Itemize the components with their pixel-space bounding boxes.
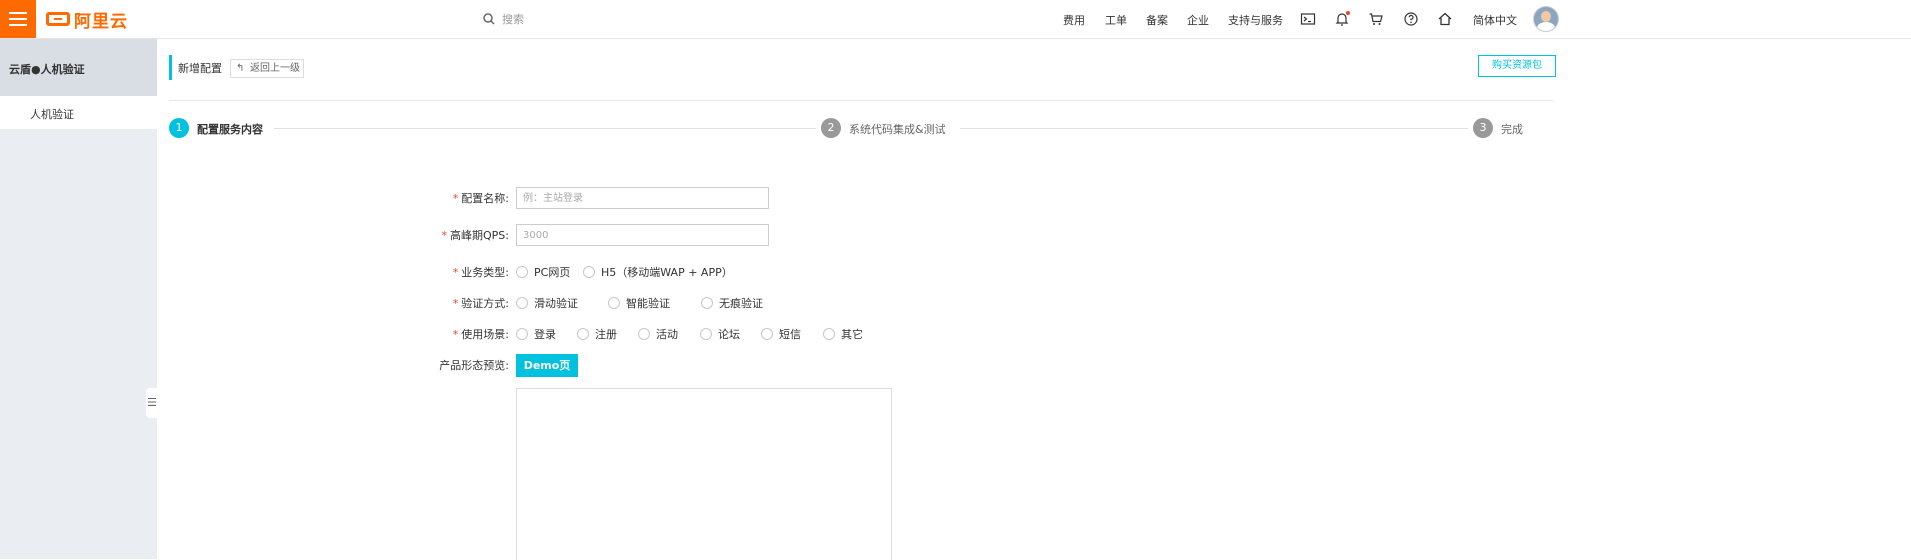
logo-mark-icon [46,12,70,26]
home-icon[interactable] [1437,11,1453,27]
verify-smart-radio[interactable] [608,297,620,309]
back-button[interactable]: ↰ 返回上一级 [230,59,304,78]
verify-smart-label: 智能验证 [626,297,670,310]
nav-fees[interactable]: 费用 [1063,12,1085,28]
business-type-pc-radio[interactable] [516,266,528,278]
search-box[interactable]: 搜索 [483,11,524,27]
step-2-label: 系统代码集成&测试 [849,123,946,136]
verify-invisible-radio[interactable] [701,297,713,309]
terminal-icon[interactable] [1300,11,1316,27]
scenario-other-radio[interactable] [823,328,835,340]
verify-slide-radio[interactable] [516,297,528,309]
back-arrow-icon: ↰ [236,63,245,74]
scenario-forum-radio[interactable] [700,328,712,340]
sidebar: 云盾●人机验证 人机验证 [0,39,157,559]
scenario-register-radio[interactable] [577,328,589,340]
preview-label: 产品形态预览: [439,359,509,372]
verify-slide-label: 滑动验证 [534,297,578,310]
step-1-number: 1 [169,118,189,138]
step-connector [274,128,816,129]
verify-invisible-label: 无痕验证 [719,297,763,310]
sidebar-title-block: 云盾●人机验证 [0,39,157,96]
scenario-activity-radio[interactable] [638,328,650,340]
menu-toggle-button[interactable] [0,0,36,38]
collapse-icon: ☰ [147,396,157,409]
page-title: 新增配置 [178,62,222,75]
help-icon[interactable] [1403,11,1419,27]
business-type-label: * 业务类型: [452,266,509,279]
config-name-label: * 配置名称: [452,192,509,205]
scenario-login-label: 登录 [534,328,556,341]
scenario-sms-radio[interactable] [761,328,773,340]
scenario-activity-label: 活动 [656,328,678,341]
demo-page-button[interactable]: Demo页 [516,354,578,377]
step-1-label: 配置服务内容 [197,123,263,136]
peak-qps-input[interactable] [516,224,769,246]
nav-tickets[interactable]: 工单 [1105,12,1127,28]
search-placeholder: 搜索 [502,13,524,26]
sidebar-item-label: 人机验证 [30,108,74,121]
page-title-bar [169,55,172,80]
scenario-label: * 使用场景: [452,328,509,341]
preview-panel [516,388,892,560]
header-divider [169,100,1554,101]
language-switch[interactable]: 简体中文 [1473,12,1517,28]
buy-package-button[interactable]: 购买资源包 [1478,55,1556,77]
sidebar-item-captcha[interactable]: 人机验证 [0,96,157,129]
scenario-other-label: 其它 [841,328,863,341]
config-name-input[interactable] [516,187,769,209]
sidebar-collapse-button[interactable]: ☰ [146,388,158,418]
scenario-login-radio[interactable] [516,328,528,340]
scenario-register-label: 注册 [595,328,617,341]
nav-enterprise[interactable]: 企业 [1187,12,1209,28]
cart-icon[interactable] [1368,11,1384,27]
step-3-number: 3 [1473,118,1493,138]
aliyun-logo[interactable]: 阿里云 [46,9,128,32]
sidebar-title: 云盾●人机验证 [9,63,85,76]
scenario-sms-label: 短信 [779,328,801,341]
business-type-pc-label: PC网页 [534,266,571,279]
step-3-label: 完成 [1501,123,1523,136]
step-2-number: 2 [821,118,841,138]
nav-support[interactable]: 支持与服务 [1228,12,1283,28]
notification-dot [1346,11,1350,15]
search-icon [483,13,495,25]
scenario-forum-label: 论坛 [718,328,740,341]
step-connector [960,128,1468,129]
nav-filing[interactable]: 备案 [1146,12,1168,28]
avatar[interactable] [1533,6,1559,32]
business-type-h5-radio[interactable] [583,266,595,278]
peak-qps-label: * 高峰期QPS: [441,229,509,242]
top-bar: 阿里云 搜索 费用 工单 备案 企业 支持与服务 简体中文 [0,0,1911,39]
verify-method-label: * 验证方式: [452,297,509,310]
business-type-h5-label: H5（移动端WAP + APP） [601,266,733,279]
